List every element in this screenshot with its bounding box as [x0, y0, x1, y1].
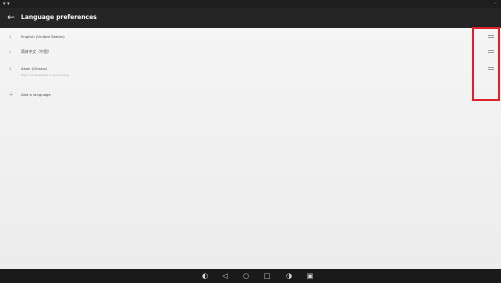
status-bar: ▾ ▾ ◦ [0, 0, 501, 8]
status-indicators: ▾ ▾ [3, 1, 10, 7]
language-index: 2 [9, 50, 12, 54]
home-icon[interactable]: ○ [241, 271, 251, 281]
language-item-chinese[interactable]: 2 简体中文（中国） [0, 46, 501, 58]
language-list: 1 English (United States) 2 简体中文（中国） 3 A… [0, 28, 501, 269]
back-arrow-icon[interactable]: ← [5, 12, 17, 24]
recents-icon[interactable]: □ [262, 271, 272, 281]
highlight-box [472, 27, 500, 101]
language-item-akan[interactable]: 3 Akan (Ghana) Help not available in som… [0, 63, 501, 81]
multiwindow-icon[interactable]: ▣ [305, 271, 315, 281]
camera-icon[interactable]: ◐ [200, 271, 210, 281]
add-icon[interactable]: + [9, 92, 13, 98]
page-title: Language preferences [21, 14, 97, 21]
language-sublabel: Help not available in some apps [21, 73, 70, 77]
language-label: 简体中文（中国） [21, 49, 52, 54]
screenshot-icon[interactable]: ◑ [284, 271, 294, 281]
back-icon[interactable]: ◁ [220, 271, 230, 281]
language-item-english[interactable]: 1 English (United States) [0, 31, 501, 43]
language-index: 1 [9, 35, 12, 39]
language-label: Akan (Ghana) [21, 66, 48, 71]
navigation-bar: ◐ ◁ ○ □ ◑ ▣ [0, 269, 501, 283]
status-right-indicator: ◦ [494, 1, 497, 7]
language-label: English (United States) [21, 34, 65, 39]
language-index: 3 [9, 67, 12, 71]
app-bar: ← Language preferences [0, 8, 501, 28]
add-language-button[interactable]: Add a language [21, 92, 51, 98]
